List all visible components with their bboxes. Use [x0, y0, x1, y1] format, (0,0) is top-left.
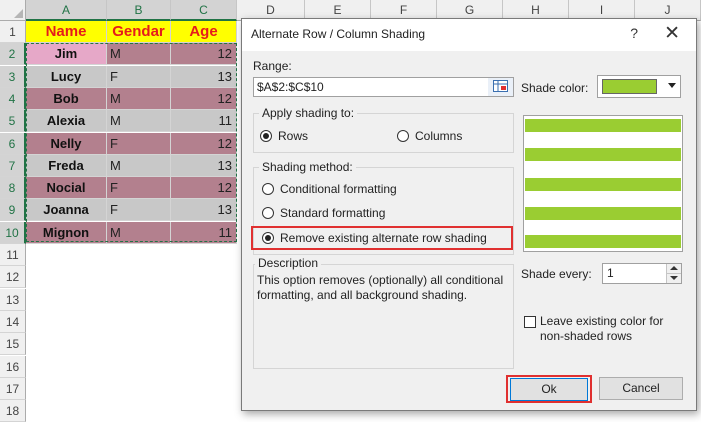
age-cell[interactable]: 12 — [171, 177, 237, 199]
age-cell[interactable]: 12 — [171, 88, 237, 110]
row-header-13[interactable]: 13 — [0, 289, 26, 311]
description-text: This option removes (optionally) all con… — [257, 273, 504, 302]
row-header-12[interactable]: 12 — [0, 266, 26, 288]
preview-stripe — [525, 148, 681, 161]
gender-cell[interactable]: M — [107, 88, 171, 110]
conditional-formatting-radio[interactable] — [262, 183, 274, 195]
row-header-1[interactable]: 1 — [0, 21, 26, 43]
conditional-formatting-label[interactable]: Conditional formatting — [280, 182, 397, 196]
range-input[interactable]: $A$2:$C$10 — [253, 77, 514, 97]
preview-stripe — [525, 207, 681, 220]
row-header-14[interactable]: 14 — [0, 311, 26, 333]
description-caption: Description — [255, 256, 322, 270]
shade-every-label: Shade every: — [521, 267, 592, 281]
preview-stripe — [525, 178, 681, 191]
row-header-6[interactable]: 6 — [0, 133, 26, 155]
rows-radio[interactable] — [260, 130, 272, 142]
row-header-9[interactable]: 9 — [0, 199, 26, 221]
column-header-c[interactable]: C — [171, 0, 237, 21]
remove-shading-label[interactable]: Remove existing alternate row shading — [280, 231, 487, 245]
name-cell[interactable]: Nocial — [26, 177, 107, 199]
cancel-button[interactable]: Cancel — [599, 377, 683, 400]
name-cell[interactable]: Alexia — [26, 110, 107, 132]
ok-button[interactable]: Ok — [510, 378, 588, 401]
header-cell-gendar[interactable]: Gendar — [107, 21, 171, 43]
age-cell[interactable]: 11 — [171, 222, 237, 244]
age-cell[interactable]: 13 — [171, 66, 237, 88]
row-header-15[interactable]: 15 — [0, 333, 26, 355]
range-select-button[interactable] — [488, 78, 513, 96]
header-cell-name[interactable]: Name — [26, 21, 107, 43]
spin-up-icon[interactable] — [666, 264, 681, 273]
gender-cell[interactable]: M — [107, 43, 171, 65]
gender-cell[interactable]: M — [107, 110, 171, 132]
select-all-corner[interactable] — [0, 0, 26, 21]
age-cell[interactable]: 12 — [171, 43, 237, 65]
name-cell[interactable]: Joanna — [26, 199, 107, 221]
help-icon[interactable]: ? — [630, 25, 638, 41]
shade-color-swatch — [602, 79, 657, 94]
row-header-4[interactable]: 4 — [0, 88, 26, 110]
leave-color-checkbox[interactable] — [524, 316, 536, 328]
column-header-b[interactable]: B — [107, 0, 171, 21]
shade-color-picker[interactable] — [597, 75, 681, 98]
age-cell[interactable]: 11 — [171, 110, 237, 132]
row-header-5[interactable]: 5 — [0, 110, 26, 132]
name-cell[interactable]: Freda — [26, 155, 107, 177]
shading-method-caption: Shading method: — [259, 160, 356, 174]
columns-label[interactable]: Columns — [415, 129, 462, 143]
row-header-8[interactable]: 8 — [0, 177, 26, 199]
remove-shading-radio[interactable] — [262, 232, 274, 244]
apply-shading-caption: Apply shading to: — [259, 106, 358, 120]
name-cell[interactable]: Jim — [26, 43, 107, 65]
columns-radio[interactable] — [397, 130, 409, 142]
close-icon[interactable]: ✕ — [664, 22, 680, 45]
spin-down-icon[interactable] — [666, 273, 681, 283]
shading-preview — [523, 115, 683, 252]
rows-label[interactable]: Rows — [278, 129, 308, 143]
row-header-3[interactable]: 3 — [0, 66, 26, 88]
gender-cell[interactable]: F — [107, 199, 171, 221]
range-label: Range: — [253, 59, 292, 73]
leave-color-label[interactable]: Leave existing color for — [540, 314, 663, 328]
age-cell[interactable]: 13 — [171, 199, 237, 221]
name-cell[interactable]: Nelly — [26, 133, 107, 155]
dialog-title-bar: Alternate Row / Column Shading ? ✕ — [242, 19, 696, 51]
range-value: $A$2:$C$10 — [257, 80, 324, 94]
standard-formatting-label[interactable]: Standard formatting — [280, 206, 385, 220]
row-header-7[interactable]: 7 — [0, 155, 26, 177]
age-cell[interactable]: 13 — [171, 155, 237, 177]
name-cell[interactable]: Mignon — [26, 222, 107, 244]
row-header-16[interactable]: 16 — [0, 356, 26, 378]
dialog-title: Alternate Row / Column Shading — [251, 27, 426, 41]
preview-stripe — [525, 235, 681, 248]
alternate-shading-dialog: Alternate Row / Column Shading ? ✕ Range… — [241, 18, 697, 411]
gender-cell[interactable]: F — [107, 177, 171, 199]
shade-every-spinner[interactable]: 1 — [602, 263, 682, 284]
row-header-11[interactable]: 11 — [0, 244, 26, 266]
name-cell[interactable]: Bob — [26, 88, 107, 110]
gender-cell[interactable]: M — [107, 155, 171, 177]
age-cell[interactable]: 12 — [171, 133, 237, 155]
leave-color-label-2[interactable]: non-shaded rows — [540, 329, 632, 343]
gender-cell[interactable]: F — [107, 66, 171, 88]
row-header-17[interactable]: 17 — [0, 378, 26, 400]
gender-cell[interactable]: F — [107, 133, 171, 155]
preview-stripe — [525, 119, 681, 132]
shade-every-value: 1 — [607, 266, 614, 280]
standard-formatting-radio[interactable] — [262, 207, 274, 219]
header-cell-age[interactable]: Age — [171, 21, 237, 43]
range-picker-icon — [493, 80, 508, 92]
gender-cell[interactable]: M — [107, 222, 171, 244]
row-header-18[interactable]: 18 — [0, 400, 26, 422]
name-cell[interactable]: Lucy — [26, 66, 107, 88]
row-header-10[interactable]: 10 — [0, 222, 26, 244]
column-header-a[interactable]: A — [26, 0, 107, 21]
shade-color-label: Shade color: — [521, 81, 589, 95]
dropdown-arrow-icon — [668, 83, 676, 88]
row-header-2[interactable]: 2 — [0, 43, 26, 65]
